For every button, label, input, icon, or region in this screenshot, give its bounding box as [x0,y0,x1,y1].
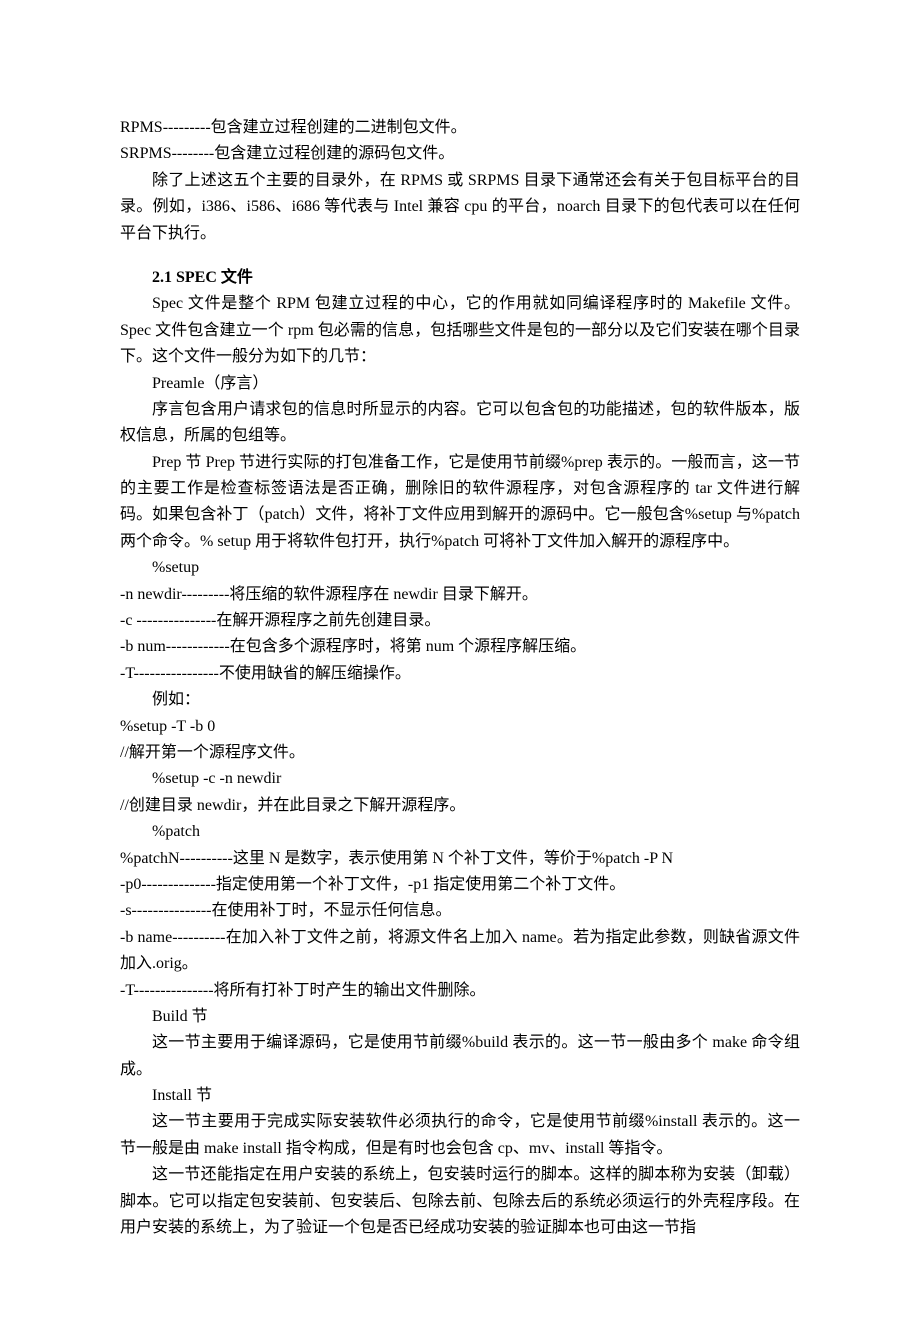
text-paragraph: 这一节还能指定在用户安装的系统上，包安装时运行的脚本。这样的脚本称为安装（卸载）… [120,1162,800,1241]
text-paragraph: 这一节主要用于完成实际安装软件必须执行的命令，它是使用节前缀%install 表… [120,1109,800,1162]
text-line: -s---------------在使用补丁时，不显示任何信息。 [120,898,800,924]
text-paragraph: -b name----------在加入补丁文件之前，将源文件名上加入 name… [120,925,800,978]
text-line: Install 节 [120,1083,800,1109]
text-line: -p0--------------指定使用第一个补丁文件，-p1 指定使用第二个… [120,872,800,898]
text-line: //创建目录 newdir，并在此目录之下解开源程序。 [120,793,800,819]
text-line: -c ---------------在解开源程序之前先创建目录。 [120,608,800,634]
text-line: %setup -c -n newdir [120,766,800,792]
text-line: RPMS---------包含建立过程创建的二进制包文件。 [120,115,800,141]
text-line: Build 节 [120,1004,800,1030]
text-line: -b num------------在包含多个源程序时，将第 num 个源程序解… [120,634,800,660]
text-paragraph: Prep 节 Prep 节进行实际的打包准备工作，它是使用节前缀%prep 表示… [120,450,800,556]
text-line: SRPMS--------包含建立过程创建的源码包文件。 [120,141,800,167]
text-paragraph: 除了上述这五个主要的目录外，在 RPMS 或 SRPMS 目录下通常还会有关于包… [120,168,800,247]
text-line: -T---------------将所有打补丁时产生的输出文件删除。 [120,978,800,1004]
text-paragraph: Spec 文件是整个 RPM 包建立过程的中心，它的作用就如同编译程序时的 Ma… [120,291,800,370]
text-paragraph: 序言包含用户请求包的信息时所显示的内容。它可以包含包的功能描述，包的软件版本，版… [120,397,800,450]
text-line: %setup [120,555,800,581]
section-heading-spec: 2.1 SPEC 文件 [120,265,800,291]
text-line: -T----------------不使用缺省的解压缩操作。 [120,661,800,687]
text-line: %setup -T -b 0 [120,714,800,740]
text-line: //解开第一个源程序文件。 [120,740,800,766]
text-line: %patch [120,819,800,845]
text-line: 例如： [120,687,800,713]
document-page: RPMS---------包含建立过程创建的二进制包文件。 SRPMS-----… [0,0,920,1321]
text-line: -n newdir---------将压缩的软件源程序在 newdir 目录下解… [120,582,800,608]
text-line: %patchN----------这里 N 是数字，表示使用第 N 个补丁文件，… [120,846,800,872]
text-paragraph: 这一节主要用于编译源码，它是使用节前缀%build 表示的。这一节一般由多个 m… [120,1030,800,1083]
text-line: Preamle（序言） [120,371,800,397]
